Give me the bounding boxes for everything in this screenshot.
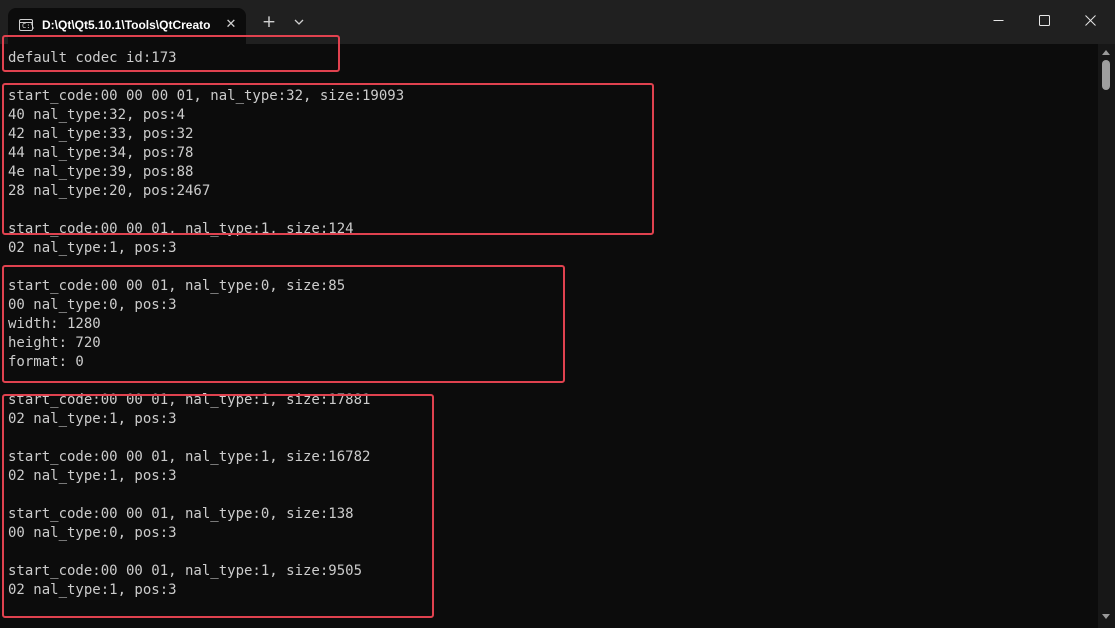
close-icon bbox=[1085, 15, 1096, 26]
console-line: width: 1280 bbox=[8, 316, 101, 332]
console-output[interactable]: default codec id:173 start_code:00 00 00 … bbox=[0, 44, 1098, 628]
console-line: 00 nal_type:0, pos:3 bbox=[8, 525, 177, 541]
console-line: start_code:00 00 01, nal_type:0, size:85 bbox=[8, 278, 346, 294]
console-line: 40 nal_type:32, pos:4 bbox=[8, 107, 186, 123]
console-line: start_code:00 00 01, nal_type:1, size:95… bbox=[8, 563, 363, 579]
console-line: start_code:00 00 01, nal_type:1, size:12… bbox=[8, 221, 354, 237]
maximize-button[interactable] bbox=[1021, 0, 1067, 40]
console-line: 02 nal_type:1, pos:3 bbox=[8, 240, 177, 256]
console-line: default codec id:173 bbox=[8, 50, 177, 66]
console-line: height: 720 bbox=[8, 335, 101, 351]
minimize-icon bbox=[993, 20, 1004, 21]
maximize-icon bbox=[1039, 15, 1050, 26]
console-line: 00 nal_type:0, pos:3 bbox=[8, 297, 177, 313]
console-line: start_code:00 00 00 01, nal_type:32, siz… bbox=[8, 88, 405, 104]
chevron-down-icon[interactable] bbox=[290, 12, 308, 32]
terminal-window: C:\ D:\Qt\Qt5.10.1\Tools\QtCreato ✕ + de… bbox=[0, 0, 1115, 628]
console-line: 44 nal_type:34, pos:78 bbox=[8, 145, 194, 161]
minimize-button[interactable] bbox=[975, 0, 1021, 40]
console-line: 42 nal_type:33, pos:32 bbox=[8, 126, 194, 142]
vertical-scrollbar[interactable] bbox=[1098, 44, 1115, 628]
console-line: 02 nal_type:1, pos:3 bbox=[8, 411, 177, 427]
console-line: 02 nal_type:1, pos:3 bbox=[8, 582, 177, 598]
terminal-icon: C:\ bbox=[19, 19, 35, 31]
scroll-down-icon[interactable] bbox=[1102, 614, 1110, 619]
tab-terminal[interactable]: C:\ D:\Qt\Qt5.10.1\Tools\QtCreato ✕ bbox=[8, 8, 246, 44]
new-tab-button[interactable]: + bbox=[259, 12, 279, 32]
close-button[interactable] bbox=[1067, 0, 1113, 40]
console-line: 02 nal_type:1, pos:3 bbox=[8, 468, 177, 484]
title-bar: C:\ D:\Qt\Qt5.10.1\Tools\QtCreato ✕ + bbox=[0, 0, 1115, 44]
scroll-up-icon[interactable] bbox=[1102, 50, 1110, 55]
console-line: start_code:00 00 01, nal_type:1, size:17… bbox=[8, 392, 371, 408]
console-line: start_code:00 00 01, nal_type:0, size:13… bbox=[8, 506, 354, 522]
console-line: 4e nal_type:39, pos:88 bbox=[8, 164, 194, 180]
scroll-thumb[interactable] bbox=[1102, 60, 1110, 90]
console-lines: default codec id:173 start_code:00 00 00 … bbox=[8, 49, 404, 600]
close-tab-icon[interactable]: ✕ bbox=[222, 16, 240, 34]
console-line: 28 nal_type:20, pos:2467 bbox=[8, 183, 211, 199]
tab-title: D:\Qt\Qt5.10.1\Tools\QtCreato bbox=[42, 18, 211, 32]
console-line: format: 0 bbox=[8, 354, 84, 370]
console-line: start_code:00 00 01, nal_type:1, size:16… bbox=[8, 449, 371, 465]
